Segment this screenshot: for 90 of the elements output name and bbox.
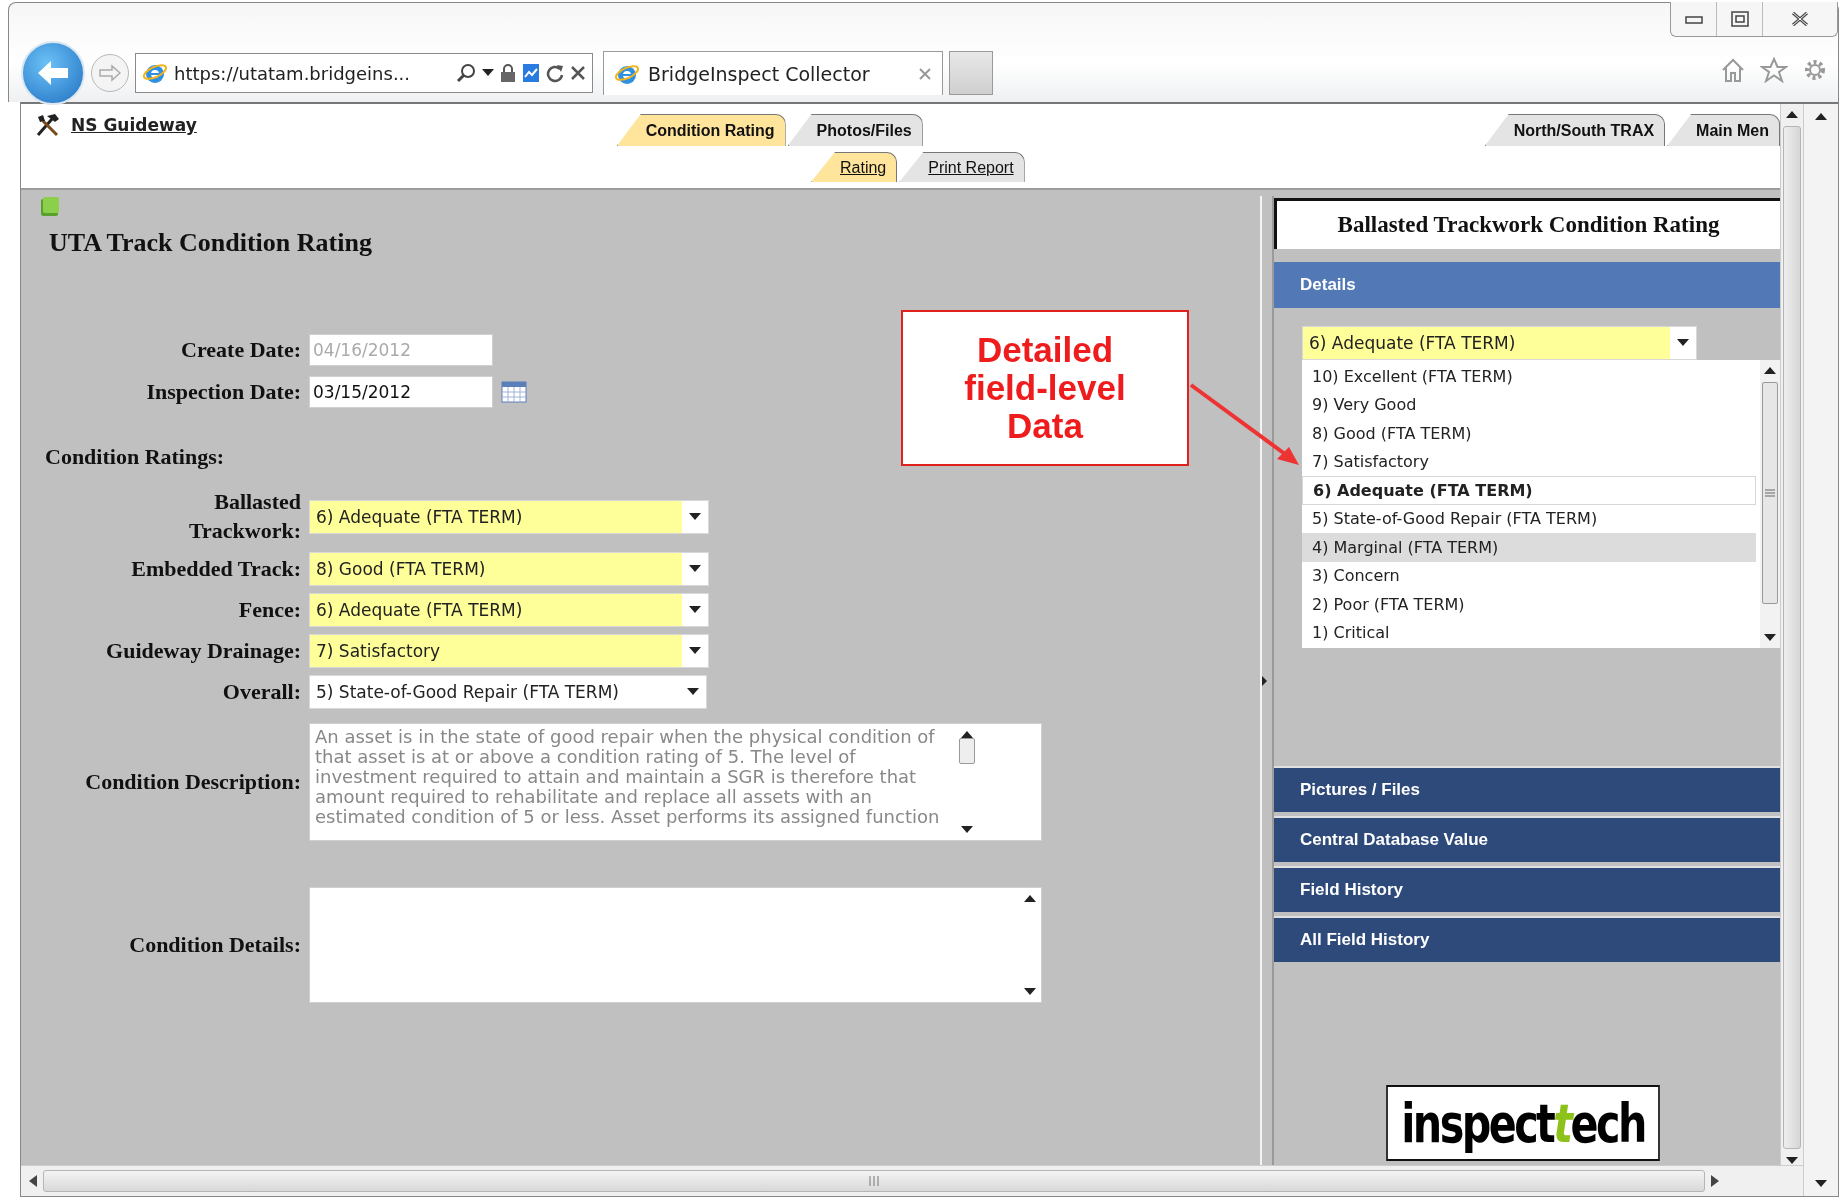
settings-icon[interactable]	[1802, 57, 1828, 83]
dropdown-caret-icon[interactable]	[687, 688, 699, 697]
tab[interactable]: Rating	[811, 152, 898, 182]
star-icon[interactable]	[1760, 57, 1788, 83]
scroll-up-icon[interactable]	[1764, 366, 1776, 374]
dropdown-caret-icon[interactable]	[689, 606, 701, 615]
lock-icon	[500, 63, 516, 83]
tab[interactable]: North/South TRAX	[1484, 114, 1666, 146]
scroll-down-icon[interactable]	[1024, 988, 1036, 997]
compatibility-icon[interactable]	[522, 63, 540, 83]
callout-box: Detailed field-level Data	[901, 310, 1189, 466]
dropdown-caret-icon[interactable]	[482, 69, 494, 77]
field-label: Create Date:	[181, 337, 301, 363]
home-icon[interactable]	[1720, 57, 1746, 83]
tab-title: BridgeInspect Collector	[648, 62, 871, 85]
section-header[interactable]: Field History	[1274, 866, 1780, 912]
dropdown-caret-icon[interactable]	[689, 565, 701, 574]
scrollbar[interactable]	[1780, 104, 1803, 1165]
scrollbar-thumb[interactable]	[959, 738, 975, 765]
field-label: Embedded Track:	[131, 554, 301, 583]
grip-icon	[868, 1176, 880, 1186]
tab[interactable]: Photos/Files	[787, 114, 923, 146]
dropdown[interactable]: 8) Good (FTA TERM)	[309, 552, 709, 587]
close-icon[interactable]	[570, 65, 586, 81]
scroll-left-icon[interactable]	[29, 1175, 37, 1187]
description-text: An asset is in the state of good repair when the physical condition of that asset is at or above a condition rating of 5. The level of investment required to attain and maintain a SGR is therefore that amount required to rehabilitate and replace all assets with an estimated condition of 5 or less. Asset performs its assigned function	[314, 725, 941, 830]
dropdown-option[interactable]: 3) Concern	[1302, 561, 1756, 590]
dropdown[interactable]: 6) Adequate (FTA TERM)	[309, 593, 709, 628]
dropdown[interactable]: 6) Adequate (FTA TERM)	[309, 499, 709, 534]
dropdown-option[interactable]: 6) Adequate (FTA TERM)	[1302, 476, 1756, 505]
address-bar[interactable]: https://utatam.bridgeins...	[135, 53, 593, 93]
dropdown-option[interactable]: 8) Good (FTA TERM)	[1302, 419, 1756, 448]
dropdown-option[interactable]: 10) Excellent (FTA TERM)	[1302, 362, 1756, 391]
dropdown[interactable]: 7) Satisfactory	[309, 634, 709, 669]
dropdown-option[interactable]: 1) Critical	[1302, 618, 1756, 647]
panel-title: Ballasted Trackwork Condition Rating	[1274, 198, 1780, 249]
tab[interactable]: Print Report	[899, 152, 1025, 182]
close-icon	[1790, 11, 1810, 27]
refresh-icon[interactable]	[546, 63, 564, 83]
dropdown-option[interactable]: 7) Satisfactory	[1302, 447, 1756, 476]
asset-link[interactable]: NS Guideway	[71, 115, 197, 135]
section-header[interactable]: Details	[1274, 262, 1780, 308]
dropdown-option[interactable]: 5) State-of-Good Repair (FTA TERM)	[1302, 504, 1756, 533]
scrollbar[interactable]	[1760, 360, 1780, 648]
scroll-right-icon[interactable]	[1711, 1175, 1719, 1187]
browser-tab[interactable]: BridgeInspect Collector	[603, 51, 943, 95]
section-header[interactable]: Pictures / Files	[1274, 766, 1780, 812]
section-header[interactable]: Central Database Value	[1274, 816, 1780, 862]
field-label: Condition Description:	[85, 769, 301, 796]
field-label: Overall:	[222, 677, 301, 706]
dropdown[interactable]: 5) State-of-Good Repair (FTA TERM)	[309, 675, 707, 710]
tab[interactable]: Condition Rating	[616, 114, 786, 146]
book-icon	[39, 196, 61, 218]
field-label: Inspection Date:	[146, 379, 301, 405]
scrollbar[interactable]	[1803, 104, 1838, 1196]
tab[interactable]: Main Men	[1667, 114, 1780, 146]
section-label: Condition Ratings:	[45, 444, 225, 470]
tools-icon	[35, 113, 61, 137]
form-title: UTA Track Condition Rating	[49, 228, 373, 258]
scroll-up-icon[interactable]	[1786, 110, 1798, 118]
dropdown-caret-icon[interactable]	[1677, 339, 1689, 347]
dropdown-option[interactable]: 9) Very Good	[1302, 390, 1756, 419]
dropdown-list[interactable]: 10) Excellent (FTA TERM) 9) Very Good 8) Good (FTA TERM) 7) Satisfactory 6) Adequate (FTA TERM) 5) State-of-Good Repair (FTA TERM) 4) Marginal (FTA TERM) 3) Concern 2) Poor (FTA TERM) 1) Critical	[1302, 360, 1780, 648]
dropdown-option[interactable]: 2) Poor (FTA TERM)	[1302, 590, 1756, 619]
date-field[interactable]: 03/15/2012	[309, 376, 493, 408]
dropdown-caret-icon[interactable]	[689, 512, 701, 521]
search-icon[interactable]	[456, 63, 476, 83]
scroll-up-icon[interactable]	[1815, 112, 1827, 120]
scroll-down-icon[interactable]	[961, 826, 973, 835]
field-label: Ballasted Trackwork:	[187, 488, 301, 545]
maximize-icon	[1730, 11, 1749, 27]
url-text: https://utatam.bridgeins...	[174, 62, 412, 84]
calendar-icon[interactable]	[501, 381, 527, 403]
collapse-handle-icon[interactable]	[1262, 675, 1267, 686]
back-arrow-icon	[36, 58, 70, 88]
dropdown[interactable]: 6) Adequate (FTA TERM)	[1302, 326, 1697, 360]
field-label: Fence:	[238, 595, 301, 624]
scrollbar[interactable]	[21, 1165, 1803, 1196]
dropdown-caret-icon[interactable]	[689, 647, 701, 656]
scroll-down-icon[interactable]	[1815, 1180, 1827, 1188]
grip-icon	[1765, 488, 1775, 498]
logo: inspecttech	[1386, 1085, 1660, 1161]
scroll-up-icon[interactable]	[1024, 894, 1036, 903]
dropdown-option[interactable]: 4) Marginal (FTA TERM)	[1302, 533, 1756, 562]
field-label: Guideway Drainage:	[106, 636, 301, 665]
minimize-icon	[1684, 14, 1703, 24]
forward-arrow-icon	[99, 64, 121, 82]
section-header[interactable]: All Field History	[1274, 916, 1780, 962]
scroll-down-icon[interactable]	[1764, 634, 1776, 642]
field-label: Condition Details:	[129, 932, 301, 959]
